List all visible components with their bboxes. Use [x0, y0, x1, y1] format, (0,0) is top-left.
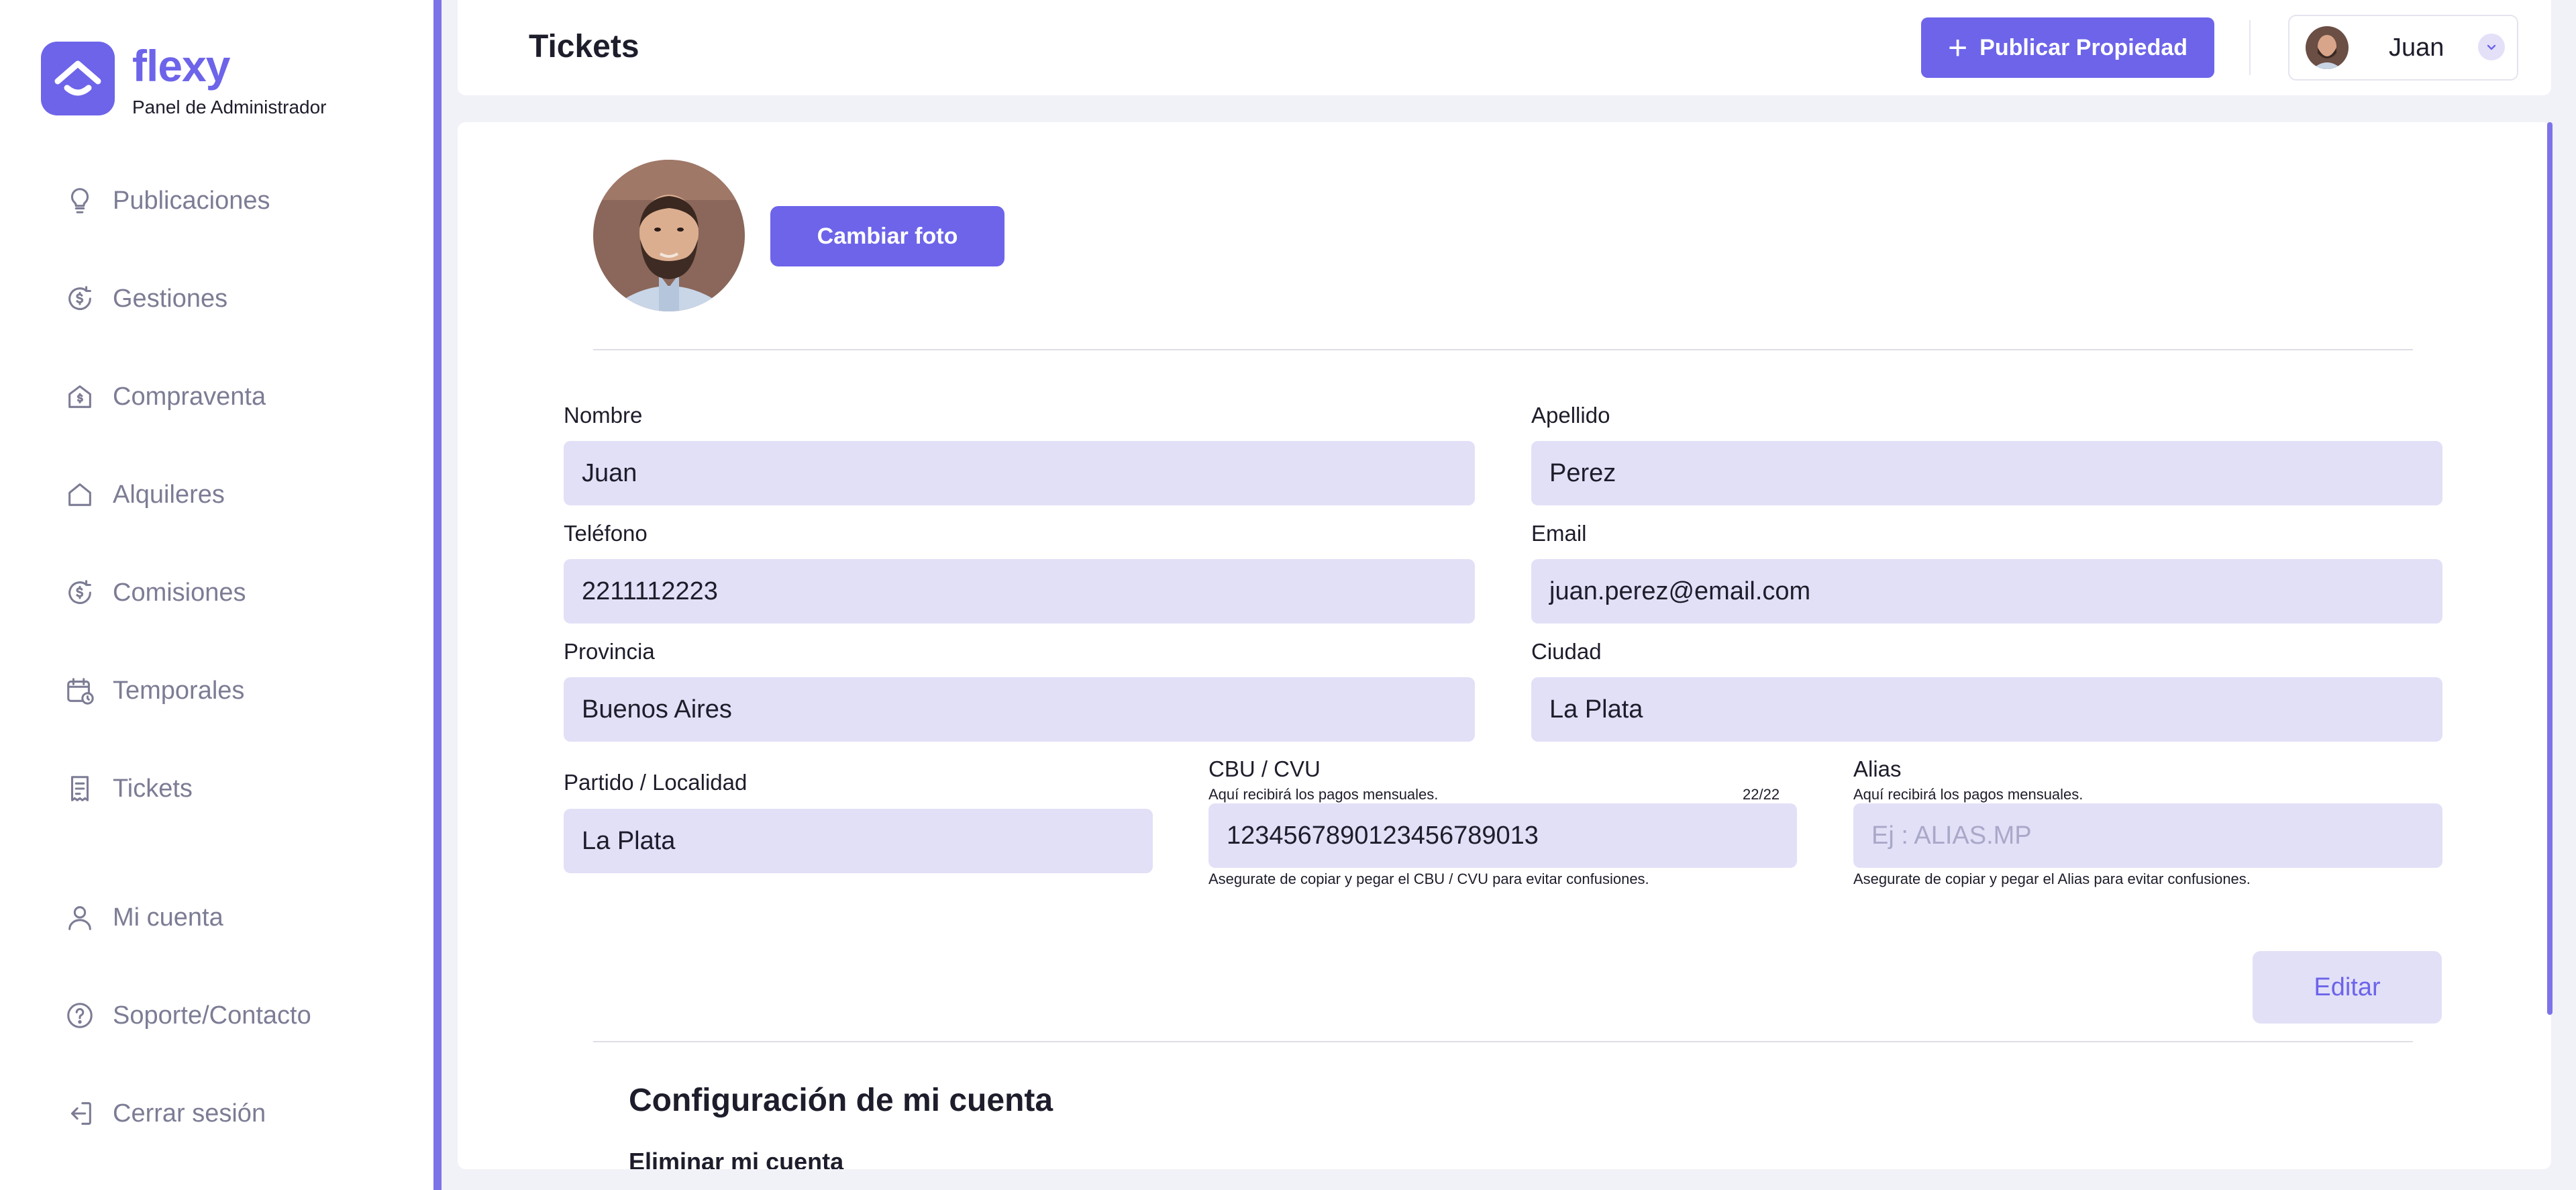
flexy-logo-icon [41, 42, 115, 115]
sidebar-accent-bar [433, 0, 442, 1190]
cbu-input[interactable]: 1234567890123456789013 [1208, 803, 1797, 868]
sidebar-item-label: Alquileres [113, 480, 225, 509]
logout-icon [70, 1102, 91, 1125]
email-field[interactable]: juan.perez@email.com [1531, 559, 2442, 624]
sidebar-item-label: Compraventa [113, 382, 266, 411]
brand[interactable]: flexy Panel de Administrador [41, 41, 327, 118]
cbu-label: CBU / CVU [1208, 756, 1321, 781]
sidebar-item-label: Temporales [113, 676, 245, 705]
page-bottom-edge [442, 1169, 2576, 1190]
apellido-input[interactable]: Perez [1531, 441, 2442, 505]
cbu-hint: Aquí recibirá los pagos mensuales. [1208, 786, 1439, 803]
sidebar-item-label: Gestiones [113, 284, 228, 313]
profile-card [458, 122, 2551, 1169]
plus-icon: + [1947, 29, 1968, 66]
publish-property-label: Publicar Propiedad [1979, 34, 2188, 60]
cbu-char-counter: 22/22 [1743, 786, 1780, 803]
alias-label: Alias [1853, 756, 1902, 781]
sidebar-item-compraventa[interactable]: Compraventa [64, 381, 266, 412]
sidebar-item-label: Soporte/Contacto [113, 1001, 311, 1030]
sidebar-item-mi-cuenta[interactable]: Mi cuenta [64, 902, 223, 933]
sidebar: flexy Panel de Administrador Publicacion… [0, 0, 433, 1190]
ciudad-input[interactable]: La Plata [1531, 677, 2442, 742]
sidebar-item-tickets[interactable]: Tickets [64, 773, 193, 804]
sidebar-item-publicaciones[interactable]: Publicaciones [64, 185, 270, 216]
publish-property-button[interactable]: + Publicar Propiedad [1921, 17, 2214, 78]
chevron-down-icon[interactable] [2478, 34, 2505, 60]
alias-hint: Aquí recibirá los pagos mensuales. [1853, 786, 2083, 803]
sidebar-item-alquileres[interactable]: Alquileres [64, 479, 225, 510]
telefono-label: Teléfono [564, 521, 648, 546]
provincia-label: Provincia [564, 639, 655, 664]
nombre-input[interactable]: Juan [564, 441, 1475, 505]
sidebar-item-label: Comisiones [113, 578, 246, 607]
sidebar-item-label: Tickets [113, 774, 193, 803]
change-photo-button[interactable]: Cambiar foto [770, 206, 1004, 266]
avatar [2306, 26, 2349, 69]
ciudad-label: Ciudad [1531, 639, 1602, 664]
partido-input[interactable]: La Plata [564, 809, 1153, 873]
divider [593, 1041, 2413, 1042]
receipt-icon [70, 776, 89, 801]
sidebar-item-soporte[interactable]: Soporte/Contacto [64, 1000, 311, 1031]
cbu-note: Asegurate de copiar y pegar el CBU / CVU… [1208, 871, 1649, 887]
edit-button[interactable]: Editar [2253, 951, 2442, 1024]
profile-photo [593, 160, 745, 311]
sidebar-item-label: Mi cuenta [113, 903, 223, 932]
brand-subtitle: Panel de Administrador [132, 97, 327, 117]
header-divider [2249, 20, 2251, 75]
provincia-input[interactable]: Buenos Aires [564, 677, 1475, 742]
brand-name: flexy [132, 41, 230, 91]
user-name: Juan [2389, 33, 2444, 62]
lightbulb-icon [70, 188, 89, 213]
house-icon [68, 483, 91, 506]
help-circle-icon [67, 1003, 93, 1028]
sidebar-item-temporales[interactable]: Temporales [64, 675, 244, 706]
sidebar-item-cerrar-sesion[interactable]: Cerrar sesión [64, 1098, 266, 1129]
partido-label: Partido / Localidad [564, 770, 748, 795]
user-icon [68, 906, 91, 930]
telefono-input[interactable]: 2211112223 [564, 559, 1475, 624]
apellido-label: Apellido [1531, 403, 1610, 428]
settings-section-title: Configuración de mi cuenta [629, 1083, 1053, 1118]
scrollbar[interactable] [2547, 122, 2553, 1015]
coin-refresh-icon [68, 580, 91, 604]
house-dollar-icon [68, 385, 91, 408]
sidebar-item-label: Cerrar sesión [113, 1099, 266, 1128]
user-menu[interactable]: Juan [2288, 15, 2518, 81]
coin-refresh-icon [68, 286, 91, 310]
alias-note: Asegurate de copiar y pegar el Alias par… [1853, 871, 2251, 887]
alias-input[interactable]: Ej : ALIAS.MP [1853, 803, 2442, 868]
page-title: Tickets [529, 29, 639, 64]
email-label: Email [1531, 521, 1587, 546]
top-header: Tickets + Publicar Propiedad Juan [458, 0, 2551, 95]
sidebar-item-gestiones[interactable]: Gestiones [64, 283, 227, 314]
divider [593, 349, 2413, 350]
sidebar-item-label: Publicaciones [113, 186, 270, 215]
nombre-label: Nombre [564, 403, 643, 428]
sidebar-item-comisiones[interactable]: Comisiones [64, 577, 246, 608]
calendar-icon [67, 678, 94, 705]
